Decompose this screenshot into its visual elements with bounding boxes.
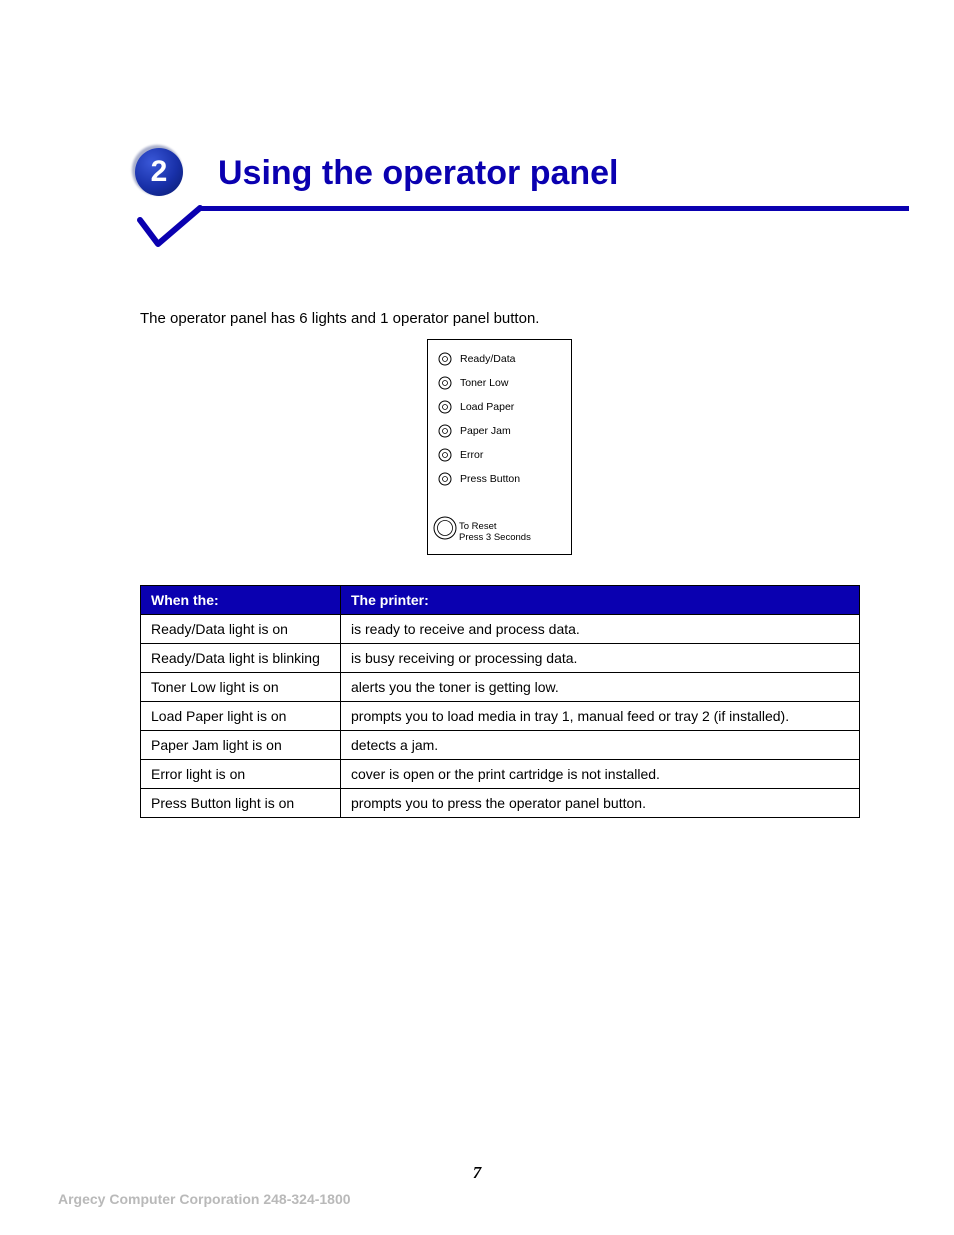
- chapter-rule: [200, 206, 909, 211]
- led-icon: [438, 424, 452, 438]
- panel-light-row: Press Button: [438, 472, 561, 486]
- table-row: Load Paper light is on prompts you to lo…: [141, 701, 860, 730]
- table-row: Toner Low light is on alerts you the ton…: [141, 672, 860, 701]
- table-cell-when: Toner Low light is on: [141, 672, 341, 701]
- table-row: Press Button light is on prompts you to …: [141, 788, 860, 817]
- table-header-printer: The printer:: [341, 585, 860, 614]
- panel-light-label: Toner Low: [460, 378, 508, 389]
- table-cell-when: Load Paper light is on: [141, 701, 341, 730]
- table-cell-when: Error light is on: [141, 759, 341, 788]
- operator-panel-illustration: Ready/Data Toner Low Load Paper Paper Ja…: [427, 339, 572, 555]
- table-cell-printer: is busy receiving or processing data.: [341, 643, 860, 672]
- panel-reset-area: To Reset Press 3 Seconds: [438, 516, 561, 544]
- table-row: Error light is on cover is open or the p…: [141, 759, 860, 788]
- panel-light-row: Error: [438, 448, 561, 462]
- panel-light-row: Toner Low: [438, 376, 561, 390]
- reset-text: To Reset Press 3 Seconds: [459, 522, 531, 544]
- panel-light-row: Paper Jam: [438, 424, 561, 438]
- chapter-number: 2: [135, 148, 183, 196]
- panel-light-row: Load Paper: [438, 400, 561, 414]
- table-cell-printer: alerts you the toner is getting low.: [341, 672, 860, 701]
- led-icon: [438, 448, 452, 462]
- led-icon: [438, 472, 452, 486]
- page-number: 7: [0, 1163, 954, 1183]
- led-icon: [438, 400, 452, 414]
- led-icon: [438, 376, 452, 390]
- table-row: Paper Jam light is on detects a jam.: [141, 730, 860, 759]
- panel-light-label: Paper Jam: [460, 426, 511, 437]
- panel-light-label: Load Paper: [460, 402, 514, 413]
- status-table: When the: The printer: Ready/Data light …: [140, 585, 860, 818]
- table-cell-when: Ready/Data light is on: [141, 614, 341, 643]
- panel-light-label: Error: [460, 450, 483, 461]
- table-cell-when: Press Button light is on: [141, 788, 341, 817]
- table-cell-printer: prompts you to press the operator panel …: [341, 788, 860, 817]
- reset-button-icon: [433, 516, 457, 540]
- table-cell-printer: cover is open or the print cartridge is …: [341, 759, 860, 788]
- table-cell-printer: is ready to receive and process data.: [341, 614, 860, 643]
- table-row: Ready/Data light is on is ready to recei…: [141, 614, 860, 643]
- intro-text: The operator panel has 6 lights and 1 op…: [140, 310, 859, 327]
- panel-light-row: Ready/Data: [438, 352, 561, 366]
- table-cell-printer: prompts you to load media in tray 1, man…: [341, 701, 860, 730]
- chapter-title: Using the operator panel: [218, 154, 619, 193]
- table-cell-when: Ready/Data light is blinking: [141, 643, 341, 672]
- panel-light-label: Press Button: [460, 474, 520, 485]
- led-icon: [438, 352, 452, 366]
- table-row: Ready/Data light is blinking is busy rec…: [141, 643, 860, 672]
- table-cell-when: Paper Jam light is on: [141, 730, 341, 759]
- footer-text: Argecy Computer Corporation 248-324-1800: [58, 1191, 351, 1207]
- chapter-header: 2 Using the operator panel: [140, 140, 859, 260]
- chapter-number-badge: 2: [135, 148, 187, 200]
- table-header-when: When the:: [141, 585, 341, 614]
- table-cell-printer: detects a jam.: [341, 730, 860, 759]
- panel-light-label: Ready/Data: [460, 354, 515, 365]
